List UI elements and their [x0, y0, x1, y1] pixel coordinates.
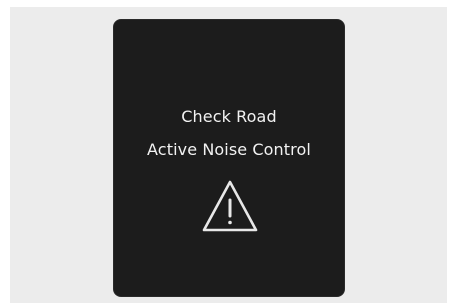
warning-display-panel: Check Road Active Noise Control: [114, 20, 344, 296]
warning-message-line-2: Active Noise Control: [147, 140, 311, 159]
warning-message-line-1: Check Road: [181, 107, 277, 126]
warning-triangle-icon: [202, 180, 258, 232]
